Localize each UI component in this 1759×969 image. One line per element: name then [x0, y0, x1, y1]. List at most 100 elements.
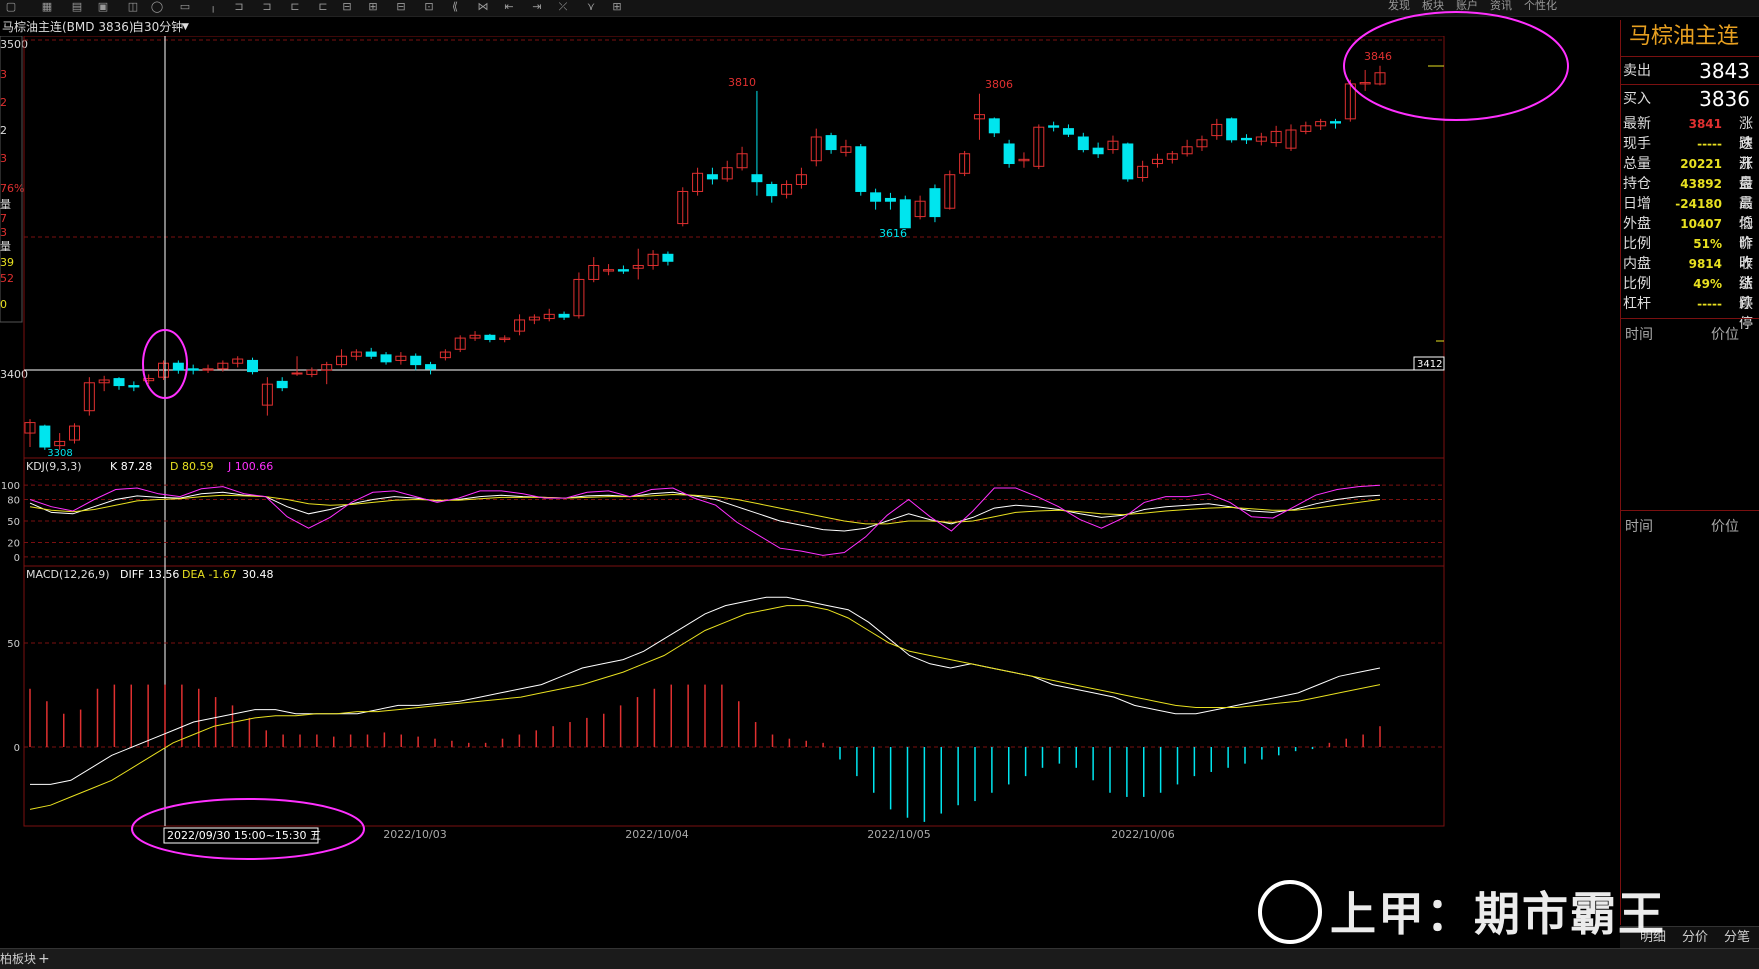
- candle-body: [766, 183, 778, 197]
- watermark-text: 上甲：期市霸王: [1330, 887, 1666, 941]
- quote-row: 外盘 10407 均价: [1621, 214, 1759, 252]
- status-left[interactable]: 柏板块: [0, 949, 36, 969]
- candle-body: [870, 192, 882, 202]
- candle-body: [39, 425, 51, 448]
- date-axis-label: 2022/10/06: [1111, 828, 1174, 841]
- toolbar-tool-icon[interactable]: ⋎: [584, 1, 598, 13]
- kdj-axis-label: 20: [7, 539, 20, 550]
- toolbar-tool-icon[interactable]: ⊞: [610, 1, 624, 13]
- add-tab-icon[interactable]: +: [38, 949, 50, 969]
- toolbar-tool-icon[interactable]: ⟪: [448, 1, 462, 13]
- candle-body: [172, 362, 184, 371]
- toolbar-tool-icon[interactable]: ⊏: [316, 1, 330, 13]
- candle-body: [113, 378, 125, 387]
- toolbar-tool-icon[interactable]: ▣: [96, 1, 110, 13]
- tab-price-split[interactable]: 分价: [1682, 929, 1708, 947]
- instrument-title: 马棕油主连(BMD 3836): [2, 20, 134, 34]
- quote-value: 9814: [1688, 257, 1722, 271]
- toolbar-tool-icon[interactable]: ⊐: [232, 1, 246, 13]
- toolbar-tool-icon[interactable]: ⇤: [502, 1, 516, 13]
- kdj-pane-border: [23, 457, 1445, 567]
- price-header: 价位: [1711, 327, 1739, 343]
- quote-value: -24180: [1675, 197, 1722, 211]
- candle-body: [410, 355, 422, 366]
- toolbar-tool-icon[interactable]: ▤: [70, 1, 84, 13]
- quote-label: 日增: [1623, 196, 1651, 212]
- kdj-j-value: J 100.66: [227, 460, 273, 473]
- candle-body: [884, 197, 896, 202]
- time-header-2: 时间: [1625, 519, 1653, 535]
- candle-body: [855, 146, 867, 192]
- toolbar-tool-icon[interactable]: ⋈: [476, 1, 490, 13]
- kdj-d-line: [29, 493, 1381, 525]
- quote-value: 10407: [1680, 217, 1722, 231]
- quote-label: 持仓: [1623, 176, 1651, 192]
- toolbar-tool-icon[interactable]: ╷: [206, 1, 220, 13]
- toolbar-tool-icon[interactable]: ⊟: [394, 1, 408, 13]
- candle-body: [425, 364, 437, 370]
- candle-body: [1240, 137, 1252, 141]
- quote-value: -----: [1697, 297, 1722, 311]
- chevron-down-icon[interactable]: ▼: [182, 18, 189, 36]
- toolbar-tool-icon[interactable]: ⊞: [366, 1, 380, 13]
- toolbar-tool-icon[interactable]: ◯: [150, 1, 164, 13]
- kline-chart[interactable]: 34123810 3806361638463308KDJ(9,3,3) K 87.2…: [0, 36, 1620, 926]
- quote-value: 51%: [1693, 237, 1722, 251]
- toolbar-tool-icon[interactable]: ⊟: [340, 1, 354, 13]
- quote-row: 比例 49% 涨停: [1621, 274, 1759, 312]
- period-selector[interactable]: 自30分钟: [132, 18, 183, 36]
- candle-body: [247, 359, 259, 373]
- price-level-label: 3412: [1417, 359, 1442, 370]
- macd-dea-value: DEA -1.67: [182, 568, 237, 581]
- toolbar-tool-icon[interactable]: ◫: [126, 1, 140, 13]
- candle-body: [380, 354, 392, 363]
- toolbar-tool-icon[interactable]: ⊏: [288, 1, 302, 13]
- time-header: 时间: [1625, 327, 1653, 343]
- quote-row: 现手 ----- 速涨: [1621, 134, 1759, 172]
- toolbar-tool-icon[interactable]: ⤫: [556, 1, 570, 13]
- candle-body: [484, 334, 496, 340]
- candle-body: [751, 174, 763, 183]
- quote-label: 杠杆: [1623, 296, 1651, 312]
- candle-body: [365, 351, 377, 357]
- quote-value: 43892: [1680, 177, 1722, 191]
- annotation-low: 3616: [879, 227, 907, 240]
- kdj-axis-label: 100: [1, 481, 20, 492]
- candle-body: [291, 372, 303, 375]
- date-axis-label: 2022/10/03: [383, 828, 446, 841]
- quote-row: 日增 -24180 最低: [1621, 194, 1759, 232]
- candle-body: [825, 135, 837, 151]
- highlight-circle: [1343, 11, 1569, 121]
- kdj-k-value: K 87.28: [110, 460, 152, 473]
- quote-row: 杠杆 ----- 跌停: [1621, 294, 1759, 332]
- kdj-axis-label: 0: [14, 553, 20, 564]
- kdj-d-value: D 80.59: [170, 460, 213, 473]
- quote-label: 内盘: [1623, 256, 1651, 272]
- toolbar-tool-icon[interactable]: ▭: [178, 1, 192, 13]
- quote-label: 比例: [1623, 276, 1651, 292]
- macd-value: 30.48: [242, 568, 274, 581]
- toolbar-tool-icon[interactable]: ⇥: [530, 1, 544, 13]
- kdj-axis-label: 50: [7, 517, 20, 528]
- price-header-2: 价位: [1711, 519, 1739, 535]
- quote-label: 外盘: [1623, 216, 1651, 232]
- candle-body: [899, 199, 911, 229]
- toolbar-tool-icon[interactable]: ▦: [40, 1, 54, 13]
- quote-row: 总量 20221 开盘: [1621, 154, 1759, 192]
- quote-row: 比例 51% 昨收: [1621, 234, 1759, 272]
- quote-label: 现手: [1623, 136, 1651, 152]
- candle-body: [558, 313, 570, 318]
- annotation-low: 3308: [47, 448, 72, 459]
- quote-row: 持仓 43892 最高: [1621, 174, 1759, 212]
- candle-body: [1092, 147, 1104, 155]
- candle-body: [706, 174, 718, 180]
- price-highlight-overlay: [1343, 11, 1569, 121]
- annotation-high: 3806: [985, 78, 1013, 91]
- toolbar-tool-icon[interactable]: ▢: [4, 1, 18, 13]
- toolbar-tool-icon[interactable]: ⊐: [260, 1, 274, 13]
- tab-tick[interactable]: 分笔: [1724, 929, 1750, 947]
- candle-body: [187, 368, 199, 371]
- candle-body: [662, 253, 674, 262]
- candle-body: [1062, 128, 1074, 135]
- toolbar-tool-icon[interactable]: ⊡: [422, 1, 436, 13]
